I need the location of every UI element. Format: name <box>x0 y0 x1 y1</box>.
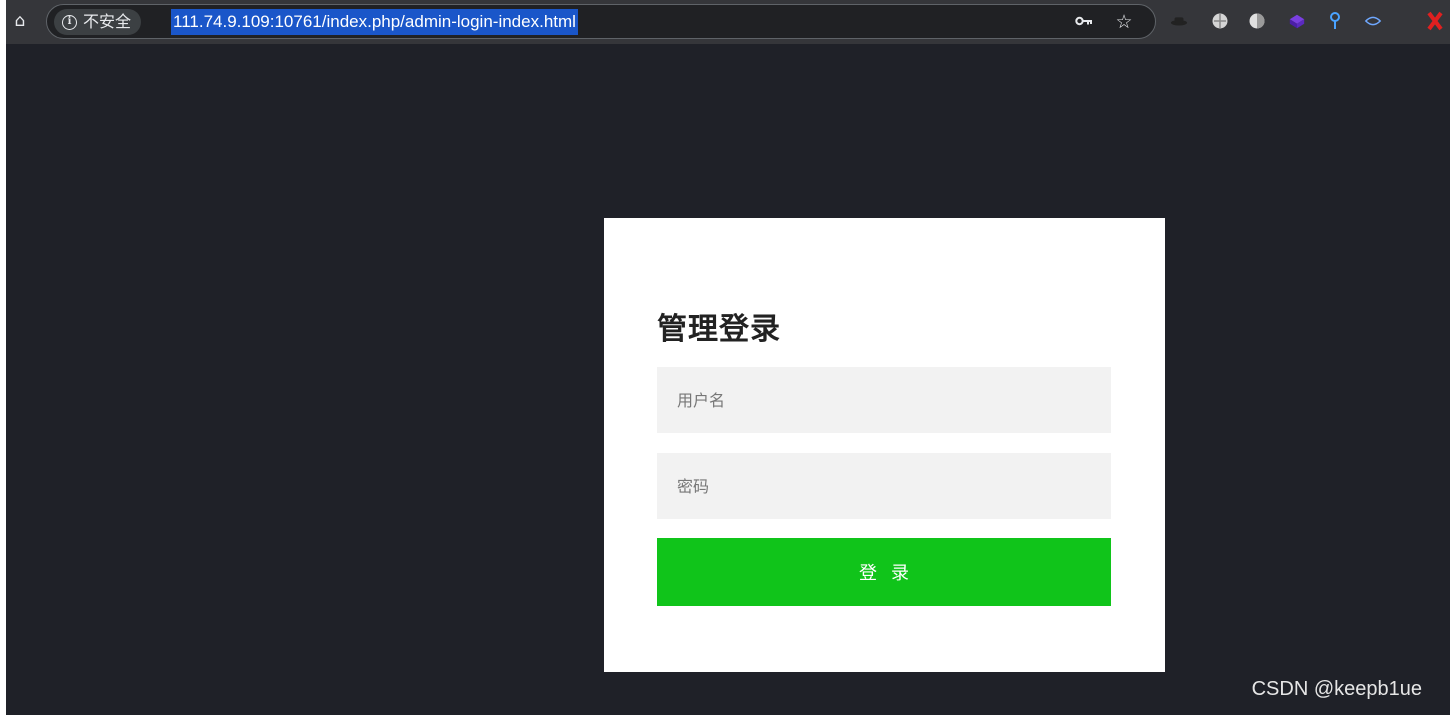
browser-toolbar: ⌂ i 不安全 111.74.9.109:10761/index.php/adm… <box>6 0 1450 44</box>
key-icon[interactable] <box>1073 9 1095 35</box>
home-icon[interactable]: ⌂ <box>10 10 30 32</box>
browser-window: ⌂ i 不安全 111.74.9.109:10761/index.php/adm… <box>6 0 1450 715</box>
hat-extension-icon[interactable] <box>1170 12 1188 30</box>
cube-extension-icon[interactable] <box>1288 12 1306 30</box>
sphere-extension-icon[interactable] <box>1211 12 1229 30</box>
login-button[interactable]: 登录 <box>657 538 1111 606</box>
info-icon: i <box>62 14 77 30</box>
username-input[interactable] <box>657 367 1111 433</box>
password-input[interactable] <box>657 453 1111 519</box>
star-icon[interactable]: ☆ <box>1113 9 1135 35</box>
login-card: 管理登录 登录 <box>604 218 1165 672</box>
login-title: 管理登录 <box>657 312 781 347</box>
globe-extension-icon[interactable] <box>1248 12 1266 30</box>
security-indicator[interactable]: i 不安全 <box>54 9 142 35</box>
watermark: CSDN @keepb1ue <box>1251 678 1422 700</box>
eye-extension-icon[interactable] <box>1364 12 1382 30</box>
pin-extension-icon[interactable] <box>1326 12 1344 30</box>
x-extension-icon[interactable] <box>1426 11 1444 31</box>
address-bar[interactable]: i 不安全 111.74.9.109:10761/index.php/admin… <box>46 4 1156 39</box>
url-text[interactable]: 111.74.9.109:10761/index.php/admin-login… <box>171 9 578 35</box>
security-label: 不安全 <box>83 12 132 31</box>
